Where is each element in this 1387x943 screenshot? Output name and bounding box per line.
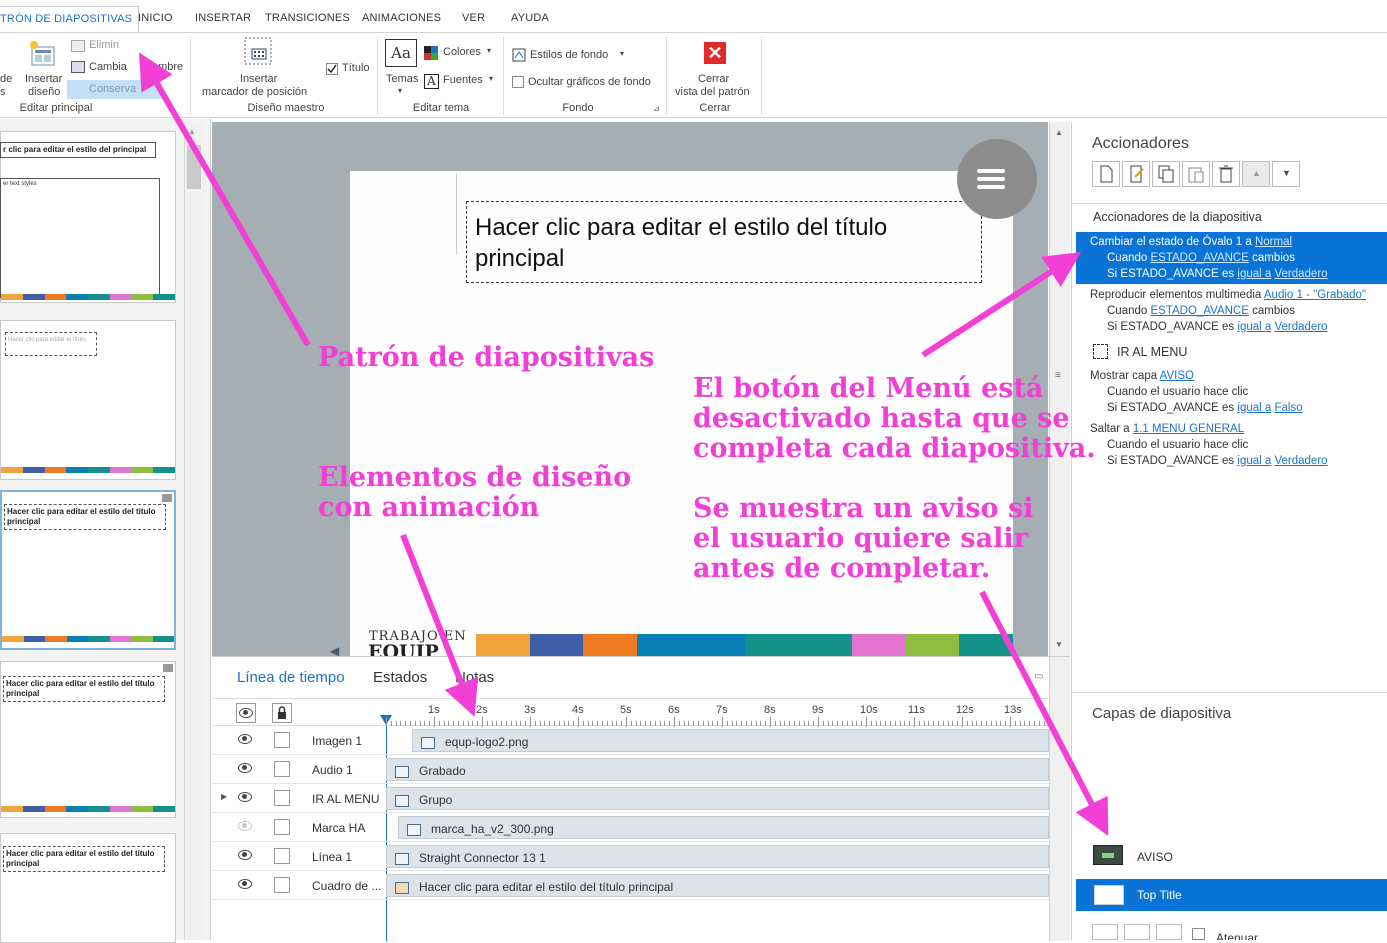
annotation-design-2: con animación — [318, 492, 540, 523]
arrow-to-trigger — [921, 252, 1082, 358]
annotation-menu-1: El botón del Menú está — [693, 373, 1044, 404]
annotation-arrows — [138, 52, 1109, 836]
annotation-warning-3: antes de completar. — [693, 553, 991, 584]
annotation-design-1: Elementos de diseño — [318, 462, 632, 493]
arrow-to-layer — [979, 590, 1109, 836]
arrow-to-ribbon-tab — [138, 52, 311, 347]
annotation-slide-master: Patrón de diapositivas — [318, 342, 655, 373]
annotation-warning-1: Se muestra un aviso si — [693, 493, 1034, 524]
arrow-to-timeline — [400, 533, 479, 717]
annotation-menu-3: completa cada diapositiva. — [693, 433, 1096, 464]
annotation-menu-2: desactivado hasta que se — [693, 403, 1070, 434]
annotation-warning-2: el usuario quiere salir — [693, 523, 1028, 554]
